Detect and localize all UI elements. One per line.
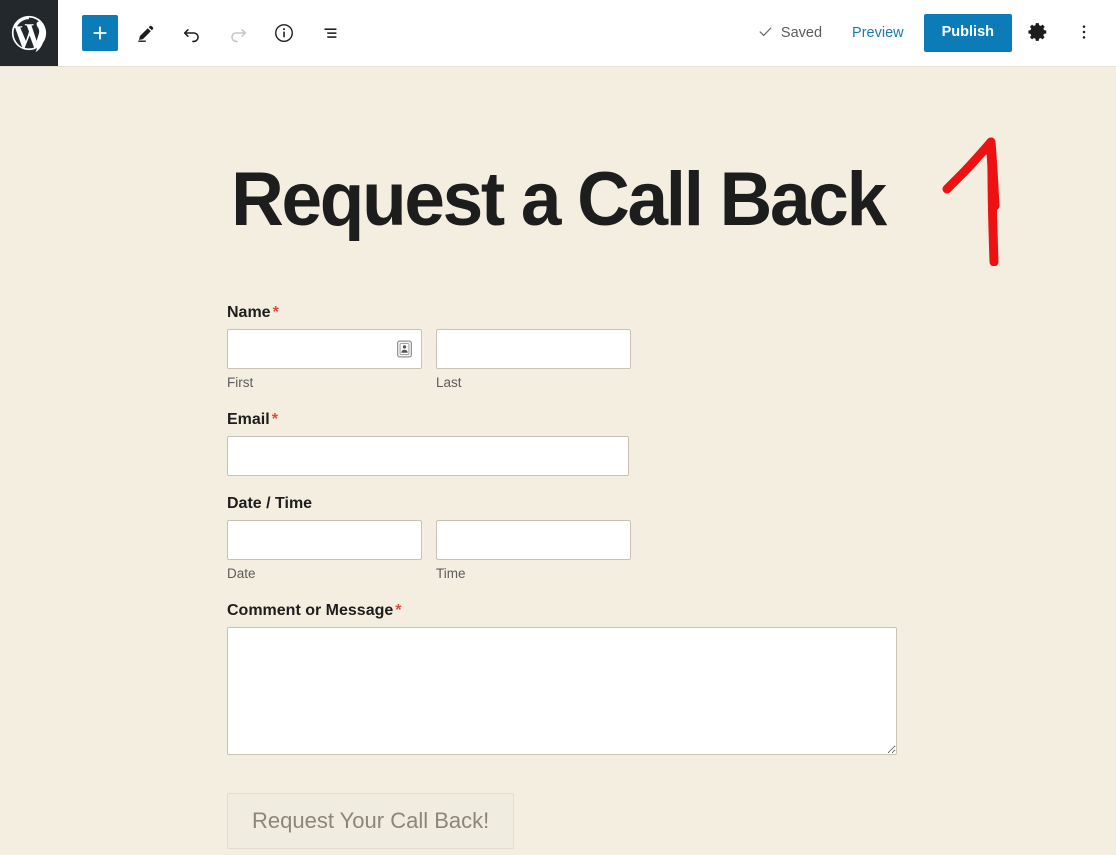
time-column: Time — [436, 520, 631, 583]
time-input[interactable] — [436, 520, 631, 561]
request-call-back-form: Name * First Last Email * Date / Time Da… — [223, 238, 897, 850]
name-first-input[interactable] — [227, 329, 422, 370]
list-view-button[interactable] — [312, 15, 348, 51]
email-input[interactable] — [227, 435, 629, 476]
wordpress-logo-button[interactable] — [0, 0, 58, 66]
checkmark-icon — [757, 23, 774, 44]
redo-button[interactable] — [220, 15, 256, 51]
gear-icon — [1027, 21, 1049, 46]
redo-arrow-icon — [227, 22, 249, 44]
datetime-label: Date / Time — [227, 494, 313, 512]
kebab-menu-icon — [1074, 22, 1094, 45]
field-group-message: Comment or Message * — [227, 601, 897, 755]
options-button[interactable] — [1064, 13, 1104, 53]
plus-icon — [89, 22, 111, 44]
header-right-toolbar: Saved Preview Publish — [743, 13, 1116, 53]
email-label: Email * — [227, 410, 278, 428]
editor-header: Saved Preview Publish — [0, 0, 1116, 66]
publish-button[interactable]: Publish — [923, 14, 1012, 52]
field-group-email: Email * — [227, 410, 893, 476]
header-left-toolbar — [58, 15, 348, 51]
details-button[interactable] — [266, 15, 302, 51]
field-group-name: Name * First Last — [227, 303, 893, 392]
wordpress-logo-icon — [10, 14, 48, 52]
message-label: Comment or Message * — [227, 601, 402, 619]
message-textarea[interactable] — [227, 626, 897, 755]
submit-button[interactable]: Request Your Call Back! — [227, 792, 515, 850]
date-column: Date — [227, 520, 422, 583]
edit-tool-button[interactable] — [128, 15, 164, 51]
required-marker: * — [271, 410, 278, 428]
preview-button[interactable]: Preview — [836, 25, 920, 41]
undo-arrow-icon — [181, 22, 203, 44]
name-last-sublabel: Last — [436, 375, 462, 391]
time-sublabel: Time — [436, 566, 466, 582]
undo-button[interactable] — [174, 15, 210, 51]
add-block-button[interactable] — [82, 15, 118, 51]
name-last-column: Last — [436, 329, 631, 392]
date-input[interactable] — [227, 520, 422, 561]
required-marker: * — [395, 601, 402, 619]
date-sublabel: Date — [227, 566, 256, 582]
name-first-sublabel: First — [227, 375, 254, 391]
info-circle-icon — [273, 22, 295, 44]
saved-status-label: Saved — [780, 25, 823, 41]
field-group-datetime: Date / Time Date Time — [227, 494, 893, 583]
pencil-icon — [135, 22, 157, 44]
saved-status-button[interactable]: Saved — [743, 23, 836, 44]
settings-button[interactable] — [1018, 13, 1058, 53]
required-marker: * — [272, 304, 279, 321]
name-subfield-row: First Last — [227, 329, 893, 392]
name-first-column: First — [227, 329, 422, 392]
list-view-icon — [319, 22, 341, 44]
editor-canvas: Request a Call Back Name * First Last Em… — [0, 66, 1116, 855]
name-last-input[interactable] — [436, 329, 631, 370]
datetime-subfield-row: Date Time — [227, 520, 893, 583]
name-label: Name * — [227, 304, 279, 321]
page-title[interactable]: Request a Call Back — [22, 66, 1093, 238]
name-first-input-holder — [227, 329, 422, 370]
